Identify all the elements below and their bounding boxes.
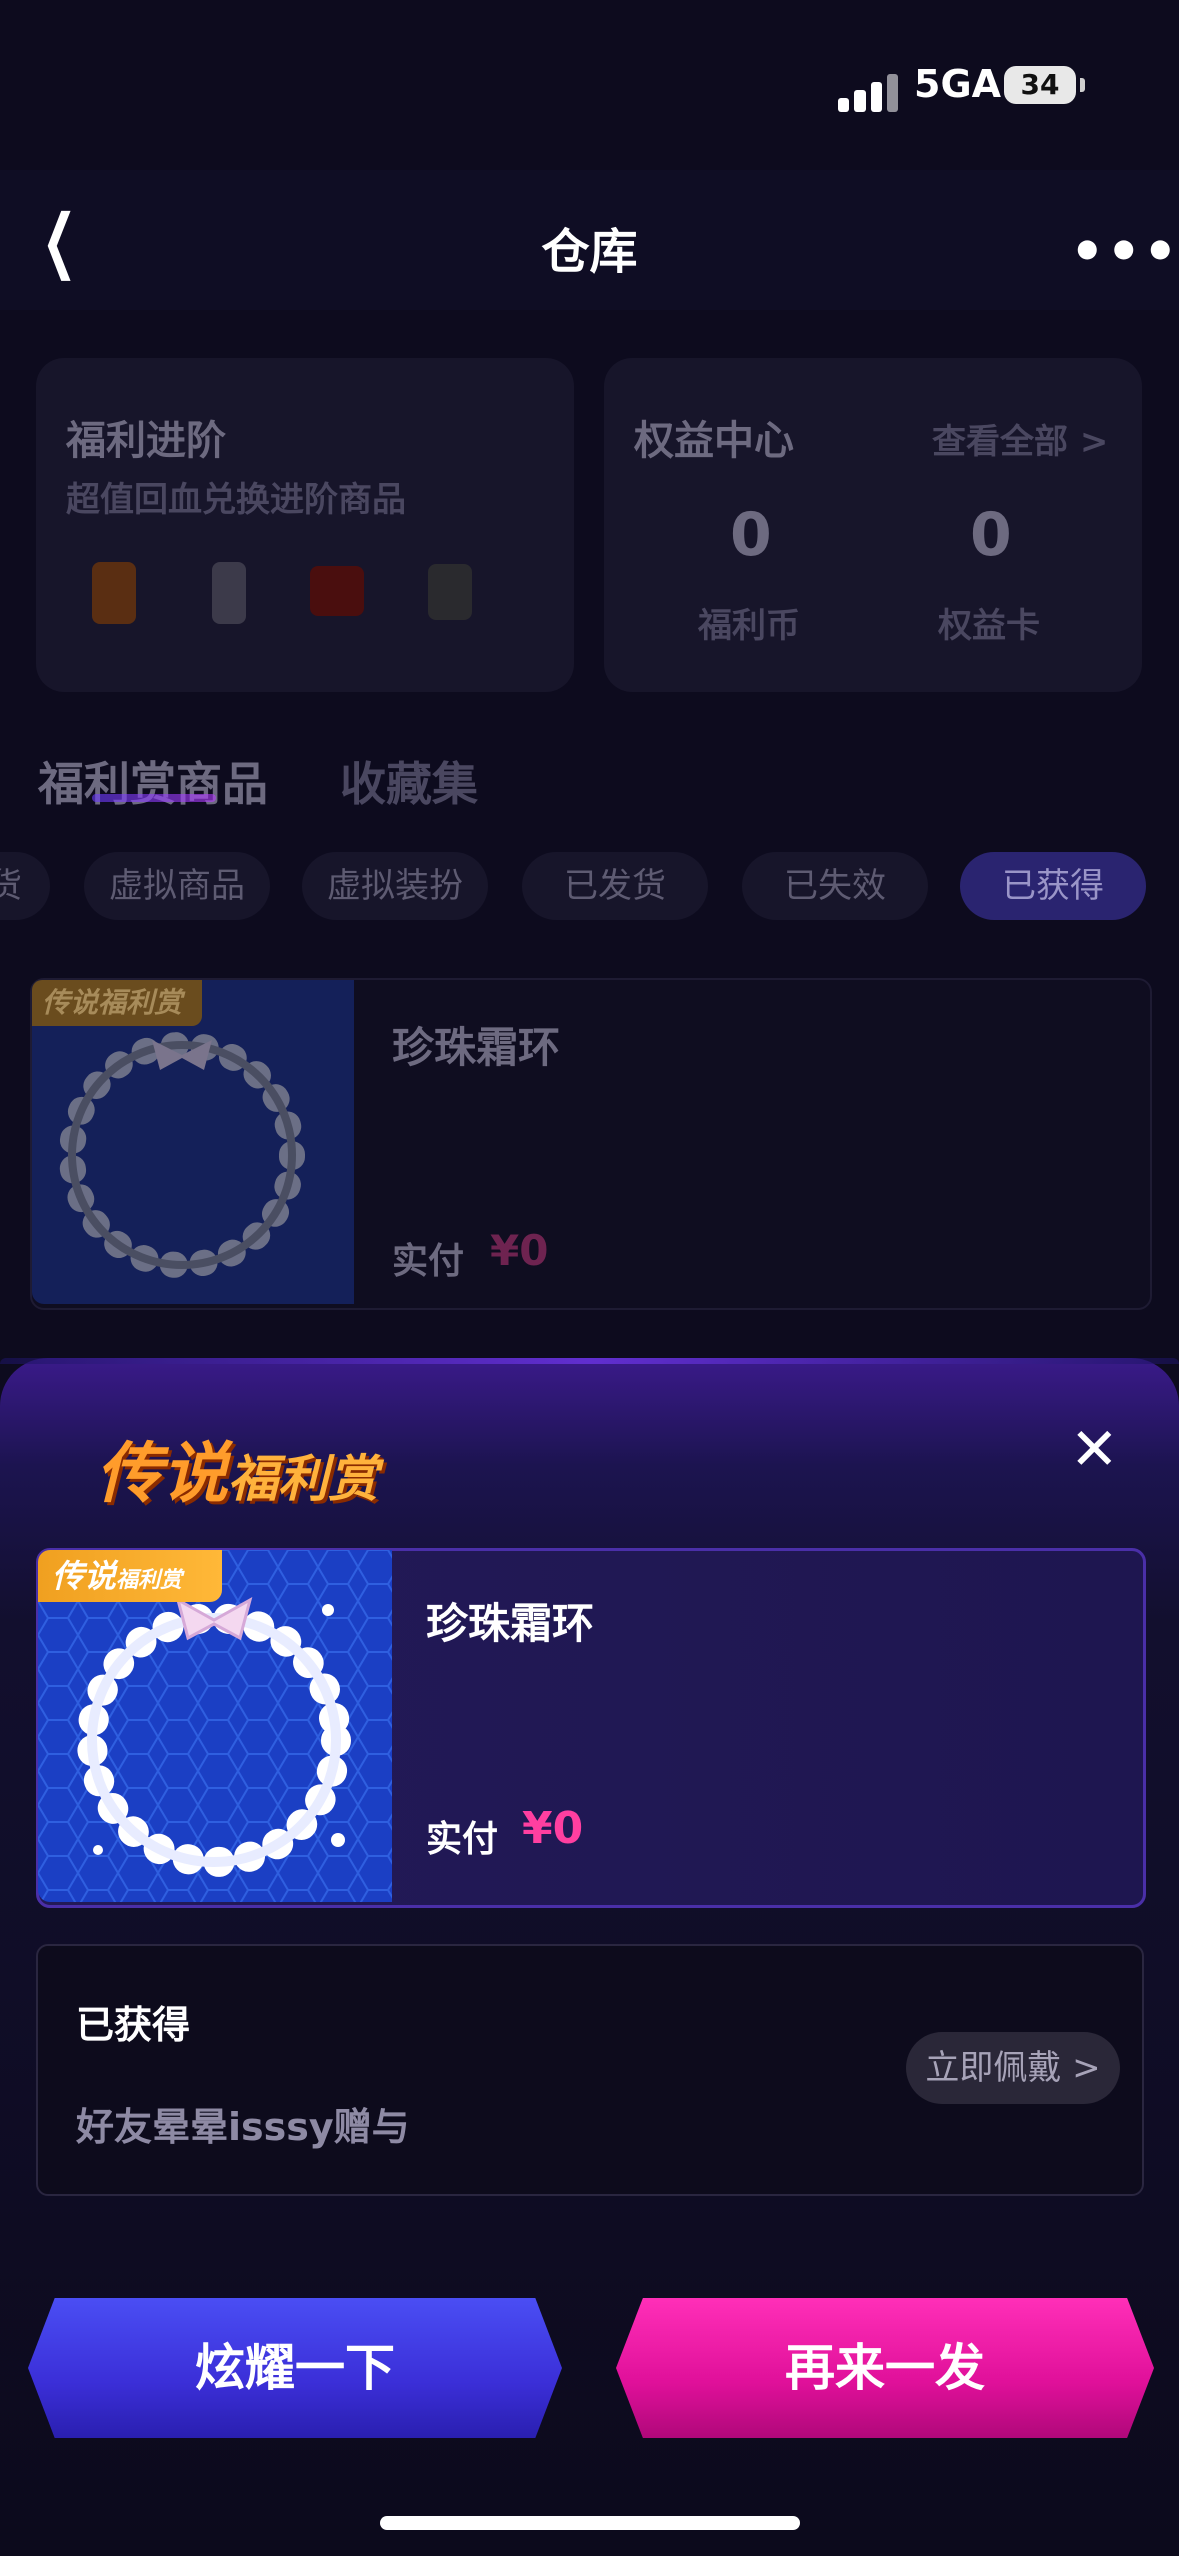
paid-label: 实付 <box>426 1819 499 1860</box>
product-thumb <box>428 564 472 620</box>
filter-chip-active[interactable]: 已获得 <box>960 852 1146 920</box>
battery-icon: 34 <box>1004 66 1085 104</box>
page-title: 仓库 <box>541 224 638 280</box>
coins-value: 0 <box>730 500 772 570</box>
home-indicator <box>380 2516 800 2530</box>
signal-icon <box>838 72 898 112</box>
tab-underline <box>92 794 216 802</box>
network-label: 5GA <box>914 62 1002 106</box>
filter-chip[interactable]: 已发货 <box>522 852 708 920</box>
filter-chip[interactable]: 已失效 <box>742 852 928 920</box>
tab-collection[interactable]: 收藏集 <box>340 748 478 814</box>
sheet-glow <box>0 1358 1179 1364</box>
tab-welfare-goods[interactable]: 福利赏商品 <box>38 748 268 814</box>
view-all-link[interactable]: 查看全部 > <box>932 414 1108 463</box>
wear-now-button[interactable]: 立即佩戴 > <box>906 2032 1120 2104</box>
more-icon[interactable]: ••• <box>1070 220 1179 283</box>
welfare-card-subtitle: 超值回血兑换进阶商品 <box>66 480 406 520</box>
draw-again-button[interactable]: 再来一发 <box>616 2298 1154 2438</box>
product-thumb <box>92 562 136 624</box>
list-item-image <box>32 980 354 1304</box>
list-item-name: 珍珠霜环 <box>392 1023 561 1072</box>
cards-label: 权益卡 <box>938 606 1040 646</box>
acquire-status: 已获得 <box>76 2003 191 2047</box>
legend-tag: 传说福利赏 <box>32 980 202 1026</box>
prize-image <box>38 1550 392 1902</box>
close-icon[interactable]: ✕ <box>1070 1420 1119 1478</box>
coins-label: 福利币 <box>698 606 800 646</box>
product-thumb <box>310 566 364 616</box>
prize-name: 珍珠霜环 <box>426 1599 595 1648</box>
rights-card-title: 权益中心 <box>634 418 794 464</box>
legend-tag: 传说福利赏 <box>38 1550 222 1602</box>
filter-chip[interactable]: 货 <box>0 852 50 920</box>
list-item-paid-label: 实付 <box>392 1241 465 1282</box>
welfare-card-title: 福利进阶 <box>66 418 226 464</box>
price-value: ¥0 <box>522 1803 584 1854</box>
list-item-price: ¥0 <box>490 1226 549 1275</box>
gift-from-text: 好友晕晕isssy赠与 <box>76 2105 410 2149</box>
filter-chip[interactable]: 虚拟装扮 <box>302 852 488 920</box>
status-bar: 5GA 34 <box>0 0 1179 170</box>
filter-chip[interactable]: 虚拟商品 <box>84 852 270 920</box>
pearl-ring-icon <box>38 1550 392 1902</box>
product-thumb <box>212 562 246 624</box>
show-off-button[interactable]: 炫耀一下 <box>28 2298 562 2438</box>
legend-welfare-logo: 传说福利赏 <box>96 1435 378 1512</box>
cards-value: 0 <box>970 500 1012 570</box>
pearl-ring-icon <box>59 1032 305 1278</box>
